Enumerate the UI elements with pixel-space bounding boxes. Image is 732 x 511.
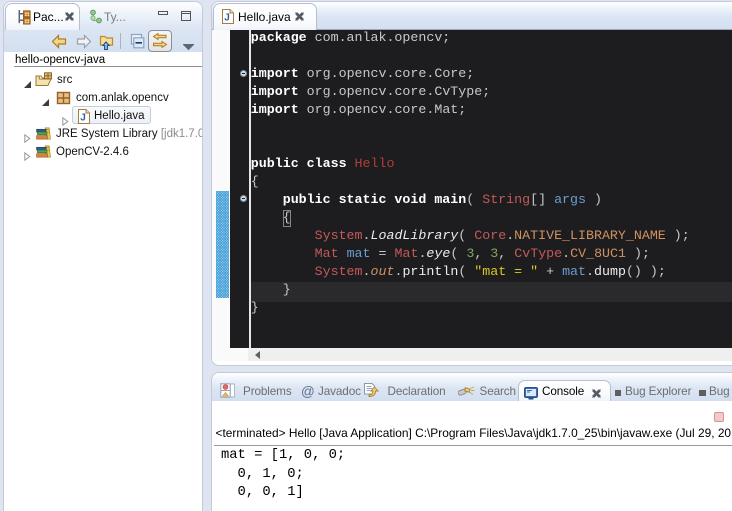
svg-text:J: J — [80, 112, 86, 123]
svg-text:J: J — [224, 13, 230, 24]
